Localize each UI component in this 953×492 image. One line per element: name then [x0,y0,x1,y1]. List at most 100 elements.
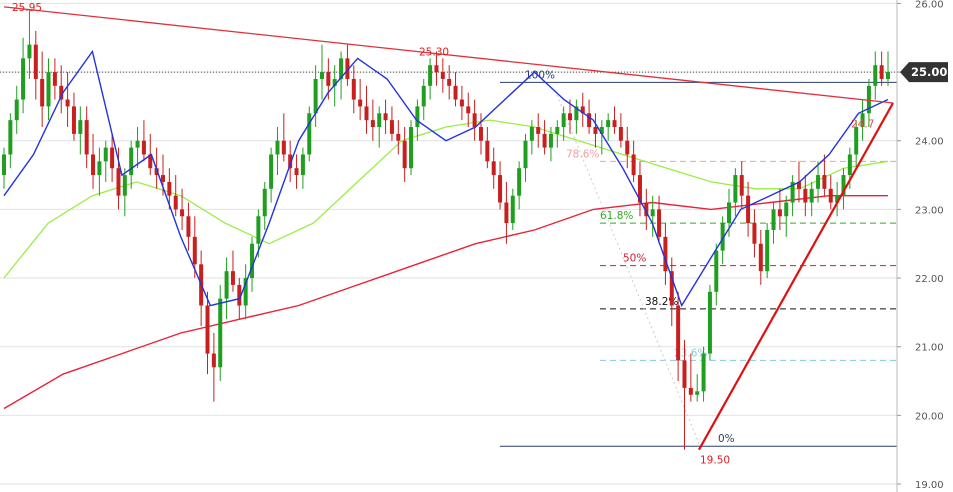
candle-up [714,250,719,292]
candle-up [135,140,140,148]
candle-up [103,147,108,162]
candle-up [854,127,859,155]
candle-down [84,120,89,155]
candle-down [485,140,490,162]
candle-up [701,353,706,392]
candle-down [364,106,369,121]
candle-down [192,236,197,265]
candle-up [78,120,83,134]
candle-up [8,120,13,155]
candle-down [828,188,833,203]
candle-up [510,195,515,224]
candle-down [625,140,630,155]
candle-down [491,161,496,176]
candle-down [777,209,782,217]
candle-down [688,387,693,395]
current-price-tag: 25.00 [900,62,948,83]
candle-up [300,154,305,176]
candle-down [758,243,763,272]
candle-down [396,133,401,141]
candle-up [256,216,261,244]
candle-down [52,72,57,86]
axis-tick-label: 23.00 [915,205,944,216]
candle-down [676,305,681,361]
fast-ma-layer [3,49,889,308]
candle-up [129,147,134,176]
candle-up [224,271,229,299]
candle-down [402,140,407,169]
candle-up [377,113,382,128]
candle-up [816,175,821,189]
candle-down [180,209,185,217]
candle-down [326,72,331,86]
candle-up [415,106,420,128]
candlestick-chart: 100%78.6%61.8%50%38.2%23.6%0% 25.95 25.3… [0,0,948,492]
candle-up [886,72,890,79]
candle-up [733,175,738,203]
candle-down [593,127,598,134]
candle-up [523,140,528,169]
candle-down [205,305,210,354]
candle-up [555,127,560,134]
candle-down [186,216,191,237]
candle-down [879,65,884,79]
fib-level-label: 78.6% [566,148,599,160]
candle-up [2,154,6,176]
candle-down [358,99,363,107]
candle-down [440,72,445,79]
candle-down [389,120,394,134]
candle-up [21,58,26,100]
candle-up [313,78,318,114]
candle-up [847,154,852,176]
candle-up [275,140,280,155]
candle-up [548,133,553,148]
current-price-label: 25.00 [911,65,947,79]
candle-down [752,223,757,244]
candle-up [250,243,255,279]
axis-tick-label: 26.00 [915,0,944,10]
candle-up [707,291,712,354]
candle-up [307,113,312,155]
candle-down [466,106,471,114]
candle-down [542,133,547,148]
candle-down [504,202,509,224]
candle-up [409,127,414,169]
candle-down [91,154,96,176]
candle-up [695,391,700,395]
candle-down [612,120,617,128]
axis-tick-label: 21.00 [915,343,944,354]
candle-down [739,175,744,196]
candle-down [657,209,662,237]
candle-up [809,188,814,203]
swing-high-label: 25.30 [419,46,449,58]
axis-tick-label: 19.00 [915,480,944,491]
axis-tick-label: 24.00 [915,137,944,148]
candle-down [160,175,165,182]
candle-down [281,140,286,155]
candles-layer [2,10,890,450]
candle-up [262,188,267,217]
candle-down [536,127,541,134]
candle-down [370,120,375,128]
candle-up [122,175,127,196]
candle-up [269,154,274,189]
candle-down [822,175,827,189]
candle-down [173,195,178,210]
candle-up [873,65,878,86]
candle-down [211,353,216,368]
candle-up [606,120,611,128]
candle-down [631,154,636,176]
candle-down [453,85,458,100]
candle-up [765,229,770,272]
candle-up [218,298,223,368]
candle-down [351,78,356,100]
candle-down [434,65,439,73]
candle-down [478,127,483,141]
candle-up [97,161,102,176]
candle-down [71,106,76,134]
axis-tick-label: 20.00 [915,411,944,422]
candle-up [529,127,534,141]
candle-down [167,181,172,196]
candle-up [650,209,655,217]
candle-down [472,113,477,128]
